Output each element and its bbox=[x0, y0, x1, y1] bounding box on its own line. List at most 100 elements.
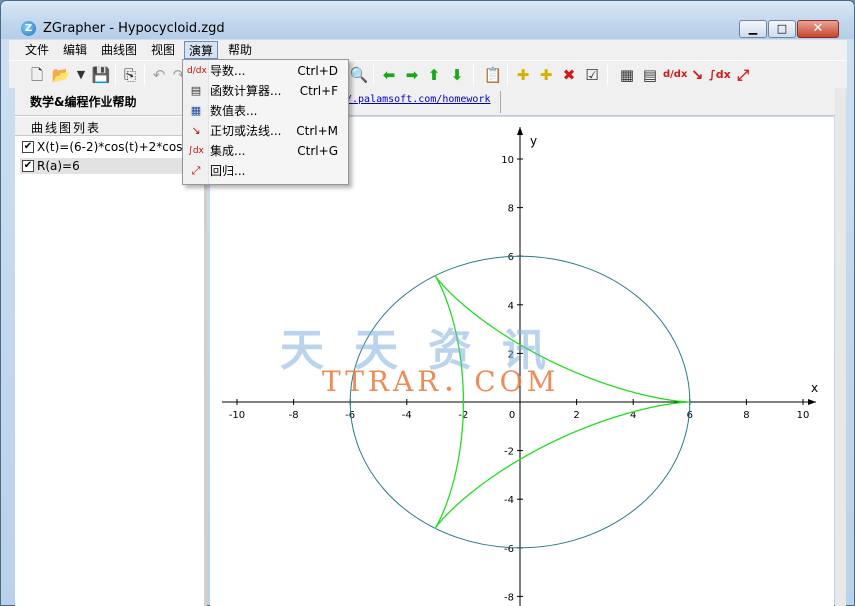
menu-help[interactable]: 帮助 bbox=[224, 41, 256, 59]
menu-item-shortcut: Ctrl+D bbox=[297, 64, 338, 78]
zgrapher-app-icon: Z bbox=[21, 21, 36, 36]
menu-bar: 文件 编辑 曲线图 视图 演算 帮助 bbox=[9, 40, 847, 60]
menu-item-label: 数值表... bbox=[210, 104, 258, 118]
homework-help-label[interactable]: 数学&编程作业帮助 bbox=[30, 93, 136, 110]
curve-list-header: 曲线图列表 bbox=[15, 117, 207, 136]
x-tick-label: 8 bbox=[743, 410, 749, 421]
menu-item-value-table[interactable]: ▦ 数值表... bbox=[185, 101, 346, 121]
table-icon[interactable]: ▦ bbox=[617, 65, 637, 85]
y-tick-label: 4 bbox=[508, 301, 514, 312]
curve-item-hypocycloid[interactable]: ✔ X(t)=(6-2)*cos(t)+2*cos(((6 bbox=[20, 139, 206, 155]
new-file-icon[interactable]: 🗋 bbox=[27, 65, 47, 85]
x-tick-label: 0 bbox=[509, 410, 515, 421]
regression-icon[interactable]: ⤢ bbox=[733, 65, 753, 85]
curve-list-title: 曲线图列表 bbox=[31, 121, 102, 135]
save-icon[interactable]: 💾 bbox=[91, 65, 111, 85]
url-separator bbox=[500, 91, 501, 113]
calculator-icon: ▤ bbox=[190, 84, 202, 97]
clipboard-icon[interactable]: 📋 bbox=[483, 65, 503, 85]
arrow-down-icon[interactable]: ⬇ bbox=[447, 65, 467, 85]
toolbar-separator bbox=[373, 65, 374, 85]
homework-link[interactable]: /.palamsoft.com/homework bbox=[346, 94, 491, 105]
close-button[interactable]: ✕ bbox=[797, 20, 839, 38]
curve-formula: X(t)=(6-2)*cos(t)+2*cos(((6 bbox=[37, 140, 205, 154]
y-tick-label: 8 bbox=[508, 204, 514, 215]
menu-view[interactable]: 视图 bbox=[147, 41, 179, 59]
derivative-icon[interactable]: d/dx bbox=[663, 65, 687, 85]
y-tick-label: 10 bbox=[501, 155, 514, 166]
menu-file[interactable]: 文件 bbox=[21, 41, 53, 59]
toolbar-separator bbox=[507, 65, 508, 85]
x-tick-label: -8 bbox=[289, 410, 299, 421]
x-tick-label: -4 bbox=[402, 410, 412, 421]
y-tick-label: -8 bbox=[504, 592, 514, 603]
menu-edit[interactable]: 编辑 bbox=[59, 41, 91, 59]
menu-item-derivative[interactable]: d/dx 导数... Ctrl+D bbox=[185, 61, 346, 81]
zoom-out-icon[interactable]: 🔍 bbox=[349, 65, 369, 85]
menu-item-shortcut: Ctrl+F bbox=[299, 84, 338, 98]
toolbar-separator bbox=[144, 65, 145, 85]
menu-item-label: 正切或法线... bbox=[210, 124, 282, 138]
maximize-icon: □ bbox=[776, 22, 788, 35]
regression-icon: ⤢ bbox=[191, 164, 201, 177]
y-tick-label: -4 bbox=[504, 495, 514, 506]
close-icon: ✕ bbox=[812, 21, 824, 36]
y-tick-label: -6 bbox=[504, 544, 514, 555]
add-param-icon[interactable]: ✚ bbox=[536, 65, 556, 85]
toolbar-separator bbox=[607, 65, 608, 85]
calculator-icon[interactable]: ▤ bbox=[640, 65, 660, 85]
dropdown-arrow-icon[interactable]: ▼ bbox=[71, 65, 91, 85]
toolbar-separator bbox=[115, 65, 116, 85]
curve-formula: R(a)=6 bbox=[37, 159, 80, 173]
menu-item-label: 导数... bbox=[210, 64, 246, 78]
menu-item-label: 集成... bbox=[210, 144, 246, 158]
table-icon: ▦ bbox=[190, 104, 202, 117]
open-file-icon[interactable]: 📂 bbox=[51, 65, 71, 85]
calculus-menu-dropdown: d/dx 导数... Ctrl+D ▤ 函数计算器... Ctrl+F ▦ 数值… bbox=[182, 59, 349, 185]
menu-item-regression[interactable]: ⤢ 回归... bbox=[185, 161, 346, 181]
add-curve-icon[interactable]: ✚ bbox=[513, 65, 533, 85]
curve-item-circle[interactable]: ✔ R(a)=6 bbox=[20, 158, 206, 174]
watermark-latin: TTRAR．COM bbox=[322, 365, 560, 398]
vertical-scrollbar[interactable] bbox=[835, 88, 846, 606]
y-tick-label: -2 bbox=[504, 447, 514, 458]
x-tick-label: 10 bbox=[797, 410, 810, 421]
curve-checkbox[interactable]: ✔ bbox=[22, 141, 34, 153]
menu-item-shortcut: Ctrl+G bbox=[297, 144, 338, 158]
menu-item-function-calculator[interactable]: ▤ 函数计算器... Ctrl+F bbox=[185, 81, 346, 101]
properties-icon[interactable]: ☑ bbox=[582, 65, 602, 85]
y-axis-arrow bbox=[517, 127, 523, 135]
menu-graph[interactable]: 曲线图 bbox=[97, 41, 141, 59]
menu-item-label: 函数计算器... bbox=[210, 84, 282, 98]
integral-icon[interactable]: ∫dx bbox=[709, 65, 731, 85]
homework-help-bar: 数学&编程作业帮助 bbox=[15, 88, 207, 116]
minimize-button[interactable]: ▁ bbox=[739, 20, 767, 38]
menu-item-integration[interactable]: ∫dx 集成... Ctrl+G bbox=[185, 141, 346, 161]
menu-item-shortcut: Ctrl+M bbox=[296, 124, 338, 138]
minimize-icon: ▁ bbox=[748, 22, 758, 35]
toolbar: 🗋 📂 ▼ 💾 ⎘ ↶ ↷ 🔍 ⬅ ➡ ⬆ ⬇ 📋 ✚ ✚ ✖ ☑ ▦ ▤ d/… bbox=[9, 60, 847, 88]
x-tick-label: 2 bbox=[573, 410, 579, 421]
tangent-icon: ↘ bbox=[191, 124, 201, 137]
arrow-right-icon[interactable]: ➡ bbox=[402, 65, 422, 85]
menu-item-label: 回归... bbox=[210, 164, 246, 178]
x-axis-arrow bbox=[808, 399, 816, 405]
integral-icon: ∫dx bbox=[188, 146, 204, 156]
x-tick-label: -10 bbox=[229, 410, 245, 421]
tangent-icon[interactable]: ↘ bbox=[687, 65, 707, 85]
y-tick-label: 6 bbox=[508, 252, 514, 263]
y-axis-label: y bbox=[530, 134, 537, 148]
toolbar-separator bbox=[473, 65, 474, 85]
menu-item-tangent-normal[interactable]: ↘ 正切或法线... Ctrl+M bbox=[185, 121, 346, 141]
arrow-left-icon[interactable]: ⬅ bbox=[379, 65, 399, 85]
x-axis-label: x bbox=[811, 381, 818, 395]
arrow-up-icon[interactable]: ⬆ bbox=[424, 65, 444, 85]
maximize-button[interactable]: □ bbox=[768, 20, 796, 38]
delete-icon[interactable]: ✖ bbox=[559, 65, 579, 85]
menu-calculus[interactable]: 演算 bbox=[184, 41, 219, 59]
window-title: ZGrapher - Hypocycloid.zgd bbox=[43, 21, 225, 36]
undo-icon[interactable]: ↶ bbox=[149, 65, 169, 85]
title-bar: Z ZGrapher - Hypocycloid.zgd ▁ □ ✕ bbox=[1, 1, 854, 39]
curve-checkbox[interactable]: ✔ bbox=[22, 160, 34, 172]
copy-icon[interactable]: ⎘ bbox=[120, 65, 140, 85]
